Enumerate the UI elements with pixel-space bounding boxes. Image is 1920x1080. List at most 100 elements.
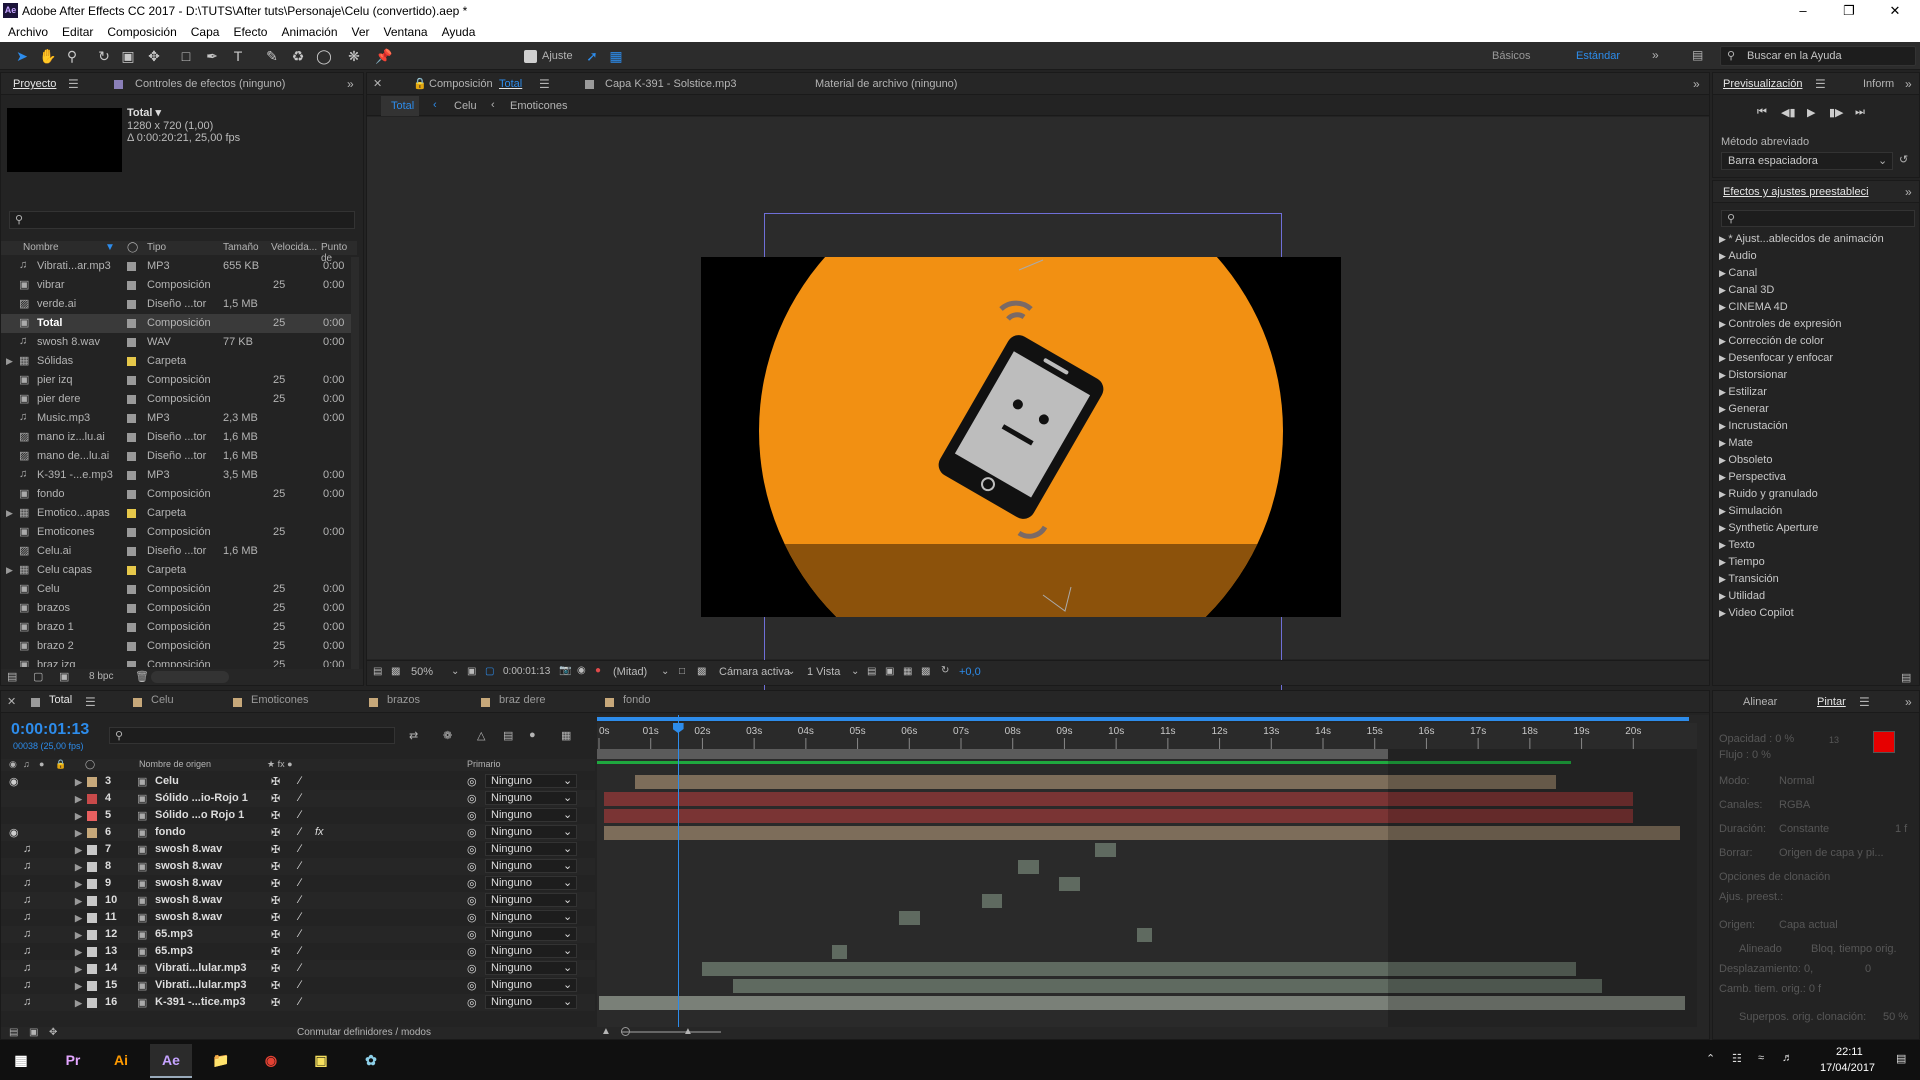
pen-tool-icon[interactable]: ✒ (202, 46, 222, 66)
pick-whip-icon[interactable]: ◎ (467, 826, 477, 839)
expand-arrow-icon[interactable]: ▶ (75, 777, 82, 788)
time-ruler[interactable]: 0s 01s 02s 03s 04s 05s 06s 07s 08s 09s 10s 11s 12s 13… (597, 723, 1697, 749)
help-search-input[interactable]: ⚲ Buscar en la Ayuda (1720, 46, 1916, 66)
brush-tool-icon[interactable]: ✎ (262, 46, 282, 66)
clock-date[interactable]: 17/04/2017 (1820, 1062, 1875, 1074)
tab-project[interactable]: Proyecto (13, 78, 56, 90)
project-item[interactable]: ♫ Vibrati...ar.mp3 MP3 655 KB 0:00 (1, 257, 351, 276)
pick-whip-icon[interactable]: ◎ (467, 928, 477, 941)
effect-category[interactable]: ▶ Transición (1719, 573, 1779, 590)
shy-switch-icon[interactable]: ✠ (271, 843, 280, 856)
label-color-swatch[interactable] (127, 471, 136, 480)
effect-category[interactable]: ▶ Utilidad (1719, 590, 1765, 607)
channels-select[interactable]: RGBA (1779, 799, 1810, 811)
layer-name[interactable]: swosh 8.wav (155, 911, 222, 923)
pick-whip-icon[interactable]: ◎ (467, 843, 477, 856)
effect-category[interactable]: ▶ CINEMA 4D (1719, 301, 1788, 318)
effect-category[interactable]: ▶ Tiempo (1719, 556, 1765, 573)
label-color-swatch[interactable] (127, 452, 136, 461)
effect-category[interactable]: ▶ Obsoleto (1719, 454, 1772, 471)
tab-paint[interactable]: Pintar (1817, 696, 1846, 708)
layer-name[interactable]: fondo (155, 826, 186, 838)
speaker-icon[interactable]: ♫ (23, 928, 31, 940)
timeline-layer-row[interactable]: ♫ ▶ 9 ▣ swosh 8.wav ✠ ∕ ◎ Ninguno ⌄ (1, 875, 595, 892)
timeline-tab[interactable]: fondo (623, 694, 651, 706)
eye-icon[interactable]: ◉ (9, 775, 19, 788)
layer-name[interactable]: 65.mp3 (155, 945, 193, 957)
duration-select[interactable]: Constante (1779, 823, 1829, 835)
quality-switch-icon[interactable]: ∕ (299, 843, 301, 855)
breadcrumb-total[interactable]: Total (391, 100, 414, 112)
timeline-scrollbar[interactable] (1697, 715, 1709, 1029)
expand-arrow-icon[interactable]: ▶ (75, 998, 82, 1009)
source-select[interactable]: Capa actual (1779, 919, 1838, 931)
zoom-slider[interactable] (621, 1031, 721, 1033)
menu-2[interactable]: Composición (107, 25, 176, 39)
menu-3[interactable]: Capa (191, 25, 220, 39)
roto-brush-tool-icon[interactable]: ❋ (344, 46, 364, 66)
resolution-select[interactable]: (Mitad) (613, 666, 647, 678)
timeline-layer-row[interactable]: ♫ ▶ 15 ▣ Vibrati...lular.mp3 ✠ ∕ ◎ Ninguno ⌄ (1, 977, 595, 994)
lock-time-checkbox[interactable]: Bloq. tiempo orig. (1811, 943, 1897, 955)
layer-label-swatch[interactable] (87, 828, 97, 838)
effect-category[interactable]: ▶ Corrección de color (1719, 335, 1824, 352)
shy-switch-icon[interactable]: ✠ (271, 775, 280, 788)
layer-name[interactable]: swosh 8.wav (155, 877, 222, 889)
label-color-swatch[interactable] (127, 433, 136, 442)
taskbar-premiere[interactable]: Pr (52, 1044, 94, 1078)
tab-align[interactable]: Alinear (1743, 696, 1777, 708)
label-color-swatch[interactable] (127, 338, 136, 347)
current-time[interactable]: 0:00:01:13 (503, 666, 550, 677)
timeline-tab[interactable]: braz dere (499, 694, 545, 706)
layer-name[interactable]: K-391 -...tice.mp3 (155, 996, 245, 1008)
close-button[interactable]: ✕ (1872, 0, 1918, 22)
quality-switch-icon[interactable]: ∕ (299, 996, 301, 1008)
composition-flowchart-icon[interactable]: ⇄ (409, 729, 418, 742)
label-color-swatch[interactable] (127, 566, 136, 575)
label-color-swatch[interactable] (127, 623, 136, 632)
effect-category[interactable]: ▶ Video Copilot (1719, 607, 1794, 624)
expand-arrow-icon[interactable]: ▶ (75, 845, 82, 856)
sticky-notes-icon[interactable]: ▣ (300, 1044, 342, 1078)
timeline-layer-row[interactable]: ▶ 4 ▣ Sólido ...io-Rojo 1 ✠ ∕ ◎ Ninguno ⌄ (1, 790, 595, 807)
speaker-icon[interactable]: ♫ (23, 911, 31, 923)
layer-label-swatch[interactable] (87, 811, 97, 821)
tab-info[interactable]: Inform (1863, 78, 1894, 90)
timeline-layer-row[interactable]: ◉ ▶ 3 ▣ Celu ✠ ∕ ◎ Ninguno ⌄ (1, 773, 595, 790)
zoom-tool-icon[interactable]: ⚲ (62, 46, 82, 66)
layer-label-swatch[interactable] (87, 896, 97, 906)
effect-category[interactable]: ▶ Controles de expresión (1719, 318, 1842, 335)
zoom-slider-handle[interactable] (621, 1027, 630, 1036)
layer-switches-icon[interactable]: ▤ (9, 1027, 18, 1038)
shy-layers-icon[interactable]: △ (477, 729, 485, 742)
shy-switch-icon[interactable]: ✠ (271, 826, 280, 839)
layer-label-swatch[interactable] (87, 913, 97, 923)
exposure-value[interactable]: +0,0 (959, 666, 981, 678)
project-item[interactable]: ▣ pier izq Composición 25 0:00 (1, 371, 351, 390)
network-icon[interactable]: ☷ (1732, 1052, 1742, 1065)
camera-tool-icon[interactable]: ▣ (118, 46, 138, 66)
project-item[interactable]: ▶ ▦ Sólidas Carpeta (1, 352, 351, 371)
effect-category[interactable]: ▶ Generar (1719, 403, 1769, 420)
effect-category[interactable]: ▶ Canal 3D (1719, 284, 1774, 301)
layer-duration-bar[interactable] (1017, 860, 1039, 874)
chevron-right-icon[interactable]: » (1652, 48, 1659, 62)
pick-whip-icon[interactable]: ◎ (467, 860, 477, 873)
clock-time[interactable]: 22:11 (1836, 1046, 1863, 1058)
label-color-swatch[interactable] (127, 528, 136, 537)
col-size[interactable]: Tamaño (223, 242, 259, 253)
layer-name[interactable]: swosh 8.wav (155, 860, 222, 872)
quality-switch-icon[interactable]: ∕ (299, 775, 301, 787)
chevron-down-icon[interactable]: ⌄ (451, 666, 459, 677)
effect-category[interactable]: ▶ * Ajust...ablecidos de animación (1719, 233, 1884, 250)
notifications-icon[interactable]: ▤ (1896, 1052, 1906, 1065)
shy-switch-icon[interactable]: ✠ (271, 860, 280, 873)
shy-switch-icon[interactable]: ✠ (271, 877, 280, 890)
first-frame-icon[interactable]: ⏮ (1757, 106, 1767, 119)
layer-duration-bar[interactable] (1059, 877, 1080, 891)
label-color-swatch[interactable] (127, 319, 136, 328)
menu-5[interactable]: Animación (281, 25, 337, 39)
reset-icon[interactable]: ↺ (1899, 153, 1908, 166)
breadcrumb-emoticones[interactable]: Emoticones (510, 100, 567, 112)
chevron-down-icon[interactable]: ⌄ (661, 666, 669, 677)
